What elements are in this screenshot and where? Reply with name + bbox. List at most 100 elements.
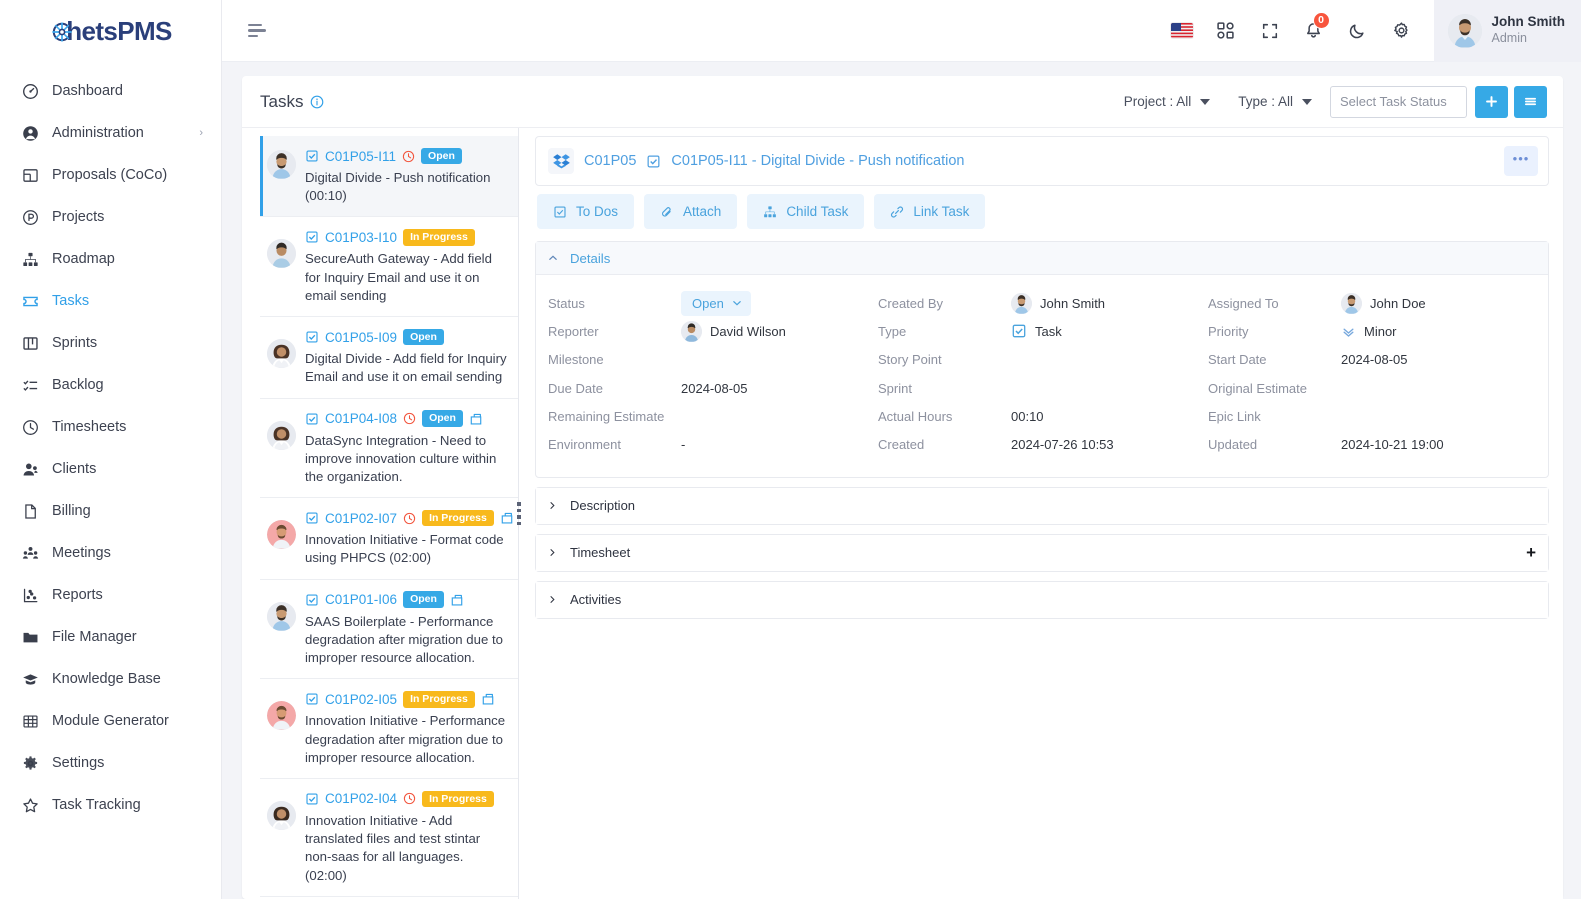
sidebar-item-file-manager[interactable]: File Manager <box>0 616 221 658</box>
checklist-icon <box>22 377 44 394</box>
settings-gear-icon[interactable] <box>1380 0 1424 62</box>
task-detail-title[interactable]: C01P05-I11 - Digital Divide - Push notif… <box>671 153 964 169</box>
sidebar-item-roadmap[interactable]: Roadmap <box>0 238 221 280</box>
info-circle-icon[interactable] <box>310 95 324 109</box>
sidebar-item-projects[interactable]: Projects <box>0 196 221 238</box>
panel-resize-handle[interactable] <box>514 497 524 531</box>
sidebar-item-settings[interactable]: Settings <box>0 742 221 784</box>
tab-attach[interactable]: Attach <box>644 194 738 229</box>
duplicate-task-icon[interactable] <box>500 511 514 525</box>
sidebar: hetsPMS Dashboard Administration › Propo… <box>0 0 222 899</box>
task-list-item[interactable]: C01P04-I08 Open DataSync Integration - N… <box>260 398 518 499</box>
task-title: Digital Divide - Push notification (00:1… <box>305 170 491 204</box>
activities-section-header[interactable]: Activities <box>536 581 1548 618</box>
details-column-3: Assigned To John Doe Priority Minor Star… <box>1208 289 1538 459</box>
tab-link-task[interactable]: Link Task <box>874 194 986 229</box>
sidebar-item-module-generator[interactable]: Module Generator <box>0 700 221 742</box>
task-key[interactable]: C01P02-I05 <box>325 692 397 707</box>
apps-grid-icon[interactable] <box>1204 0 1248 62</box>
sitemap-icon <box>22 251 44 268</box>
sidebar-item-dashboard[interactable]: Dashboard <box>0 70 221 112</box>
task-more-menu-button[interactable]: ••• <box>1504 146 1538 176</box>
task-list-item[interactable]: C01P03-I10 In Progress SecureAuth Gatewa… <box>260 217 518 318</box>
hamburger-icon[interactable] <box>248 23 270 38</box>
dark-mode-moon-icon[interactable] <box>1336 0 1380 62</box>
list-view-button[interactable] <box>1514 85 1547 118</box>
sidebar-item-sprints[interactable]: Sprints <box>0 322 221 364</box>
clock-icon <box>403 412 416 425</box>
field-label: Updated <box>1208 437 1258 453</box>
task-key[interactable]: C01P03-I10 <box>325 230 397 245</box>
task-item-body: C01P05-I11 Open Digital Divide - Push no… <box>305 146 508 205</box>
fullscreen-icon[interactable] <box>1248 0 1292 62</box>
project-key-link[interactable]: C01P05 <box>584 153 636 169</box>
duplicate-task-icon[interactable] <box>450 593 464 607</box>
task-list-item[interactable]: C01P01-I06 Open SAAS Boilerplate - Perfo… <box>260 579 518 680</box>
timesheet-section-header[interactable]: Timesheet + <box>536 534 1548 571</box>
avatar <box>267 601 296 631</box>
priority-value: Minor <box>1364 323 1397 339</box>
task-checkbox-icon <box>305 330 319 344</box>
task-key[interactable]: C01P02-I07 <box>325 511 397 526</box>
task-list-item[interactable]: C01P02-I07 In Progress Innovation Initia… <box>260 498 518 580</box>
duplicate-task-icon[interactable] <box>469 412 483 426</box>
task-key[interactable]: C01P02-I04 <box>325 791 397 806</box>
sidebar-item-backlog[interactable]: Backlog <box>0 364 221 406</box>
field-value: 2024-08-05 <box>1341 352 1408 368</box>
sidebar-item-tasks[interactable]: Tasks <box>0 280 221 322</box>
chevron-down-icon <box>1302 98 1312 105</box>
add-task-button[interactable] <box>1475 85 1508 118</box>
table-grid-icon <box>22 713 44 730</box>
sidebar-item-billing[interactable]: Billing <box>0 490 221 532</box>
task-item-body: C01P05-I09 Open Digital Divide - Add fie… <box>305 327 508 386</box>
field-label: Remaining Estimate <box>548 408 665 424</box>
ticket-icon <box>22 293 44 310</box>
sidebar-item-task-tracking[interactable]: Task Tracking <box>0 784 221 826</box>
field-value: 2024-08-05 <box>681 380 748 396</box>
task-list-item[interactable]: C01P05-I11 Open Digital Divide - Push no… <box>260 136 518 218</box>
status-dropdown[interactable]: Open <box>681 290 751 316</box>
sidebar-item-proposals[interactable]: Proposals (CoCo) <box>0 154 221 196</box>
task-list-item[interactable]: C01P05-I09 Open Digital Divide - Add fie… <box>260 317 518 399</box>
task-key[interactable]: C01P04-I08 <box>325 411 397 426</box>
user-menu[interactable]: John Smith Admin <box>1433 0 1581 62</box>
task-detail-title-row: C01P05 C01P05-I11 - Digital Divide - Pus… <box>536 137 1548 185</box>
header-actions: 0 John Smith Admin <box>1160 0 1581 62</box>
sidebar-item-clients[interactable]: Clients <box>0 448 221 490</box>
task-list: C01P05-I11 Open Digital Divide - Push no… <box>242 128 519 899</box>
clock-icon <box>402 150 415 163</box>
language-flag-us-icon[interactable] <box>1160 0 1204 62</box>
sidebar-item-reports[interactable]: Reports <box>0 574 221 616</box>
sidebar-item-knowledge-base[interactable]: Knowledge Base <box>0 658 221 700</box>
tab-to-dos[interactable]: To Dos <box>537 194 635 229</box>
field-label: Created <box>878 437 925 453</box>
type-filter-dropdown[interactable]: Type : All <box>1224 94 1326 109</box>
task-item-meta: C01P02-I07 In Progress <box>305 508 513 528</box>
description-section-header[interactable]: Description <box>536 487 1548 524</box>
sidebar-item-label: Meetings <box>52 545 111 561</box>
sidebar-item-label: Module Generator <box>52 713 169 729</box>
task-key[interactable]: C01P05-I09 <box>325 330 397 345</box>
tab-child-task[interactable]: Child Task <box>747 194 865 229</box>
task-key[interactable]: C01P05-I11 <box>325 149 396 164</box>
task-checkbox-icon <box>305 511 319 525</box>
task-list-item[interactable]: C01P02-I04 In Progress Innovation Initia… <box>260 778 518 897</box>
sidebar-item-timesheets[interactable]: Timesheets <box>0 406 221 448</box>
field-label: Priority <box>1208 323 1249 339</box>
chevron-right-icon: › <box>199 127 203 139</box>
description-section: Description <box>535 486 1549 525</box>
notification-bell-icon[interactable]: 0 <box>1292 0 1336 62</box>
task-key[interactable]: C01P01-I06 <box>325 592 397 607</box>
details-section-header[interactable]: Details <box>536 242 1548 275</box>
brand-logo-area[interactable]: hetsPMS <box>0 0 221 62</box>
sidebar-item-meetings[interactable]: Meetings <box>0 532 221 574</box>
add-timesheet-icon[interactable]: + <box>1526 544 1536 561</box>
task-status-input[interactable] <box>1330 85 1467 118</box>
task-list-item[interactable]: C01P02-I05 In Progress Innovation Initia… <box>260 679 518 779</box>
brand-name: hetsPMS <box>66 15 172 46</box>
project-filter-dropdown[interactable]: Project : All <box>1110 94 1225 109</box>
duplicate-task-icon[interactable] <box>481 692 495 706</box>
timesheet-section: Timesheet + <box>535 533 1549 572</box>
task-item-meta: C01P05-I11 Open <box>305 146 508 166</box>
sidebar-item-administration[interactable]: Administration › <box>0 112 221 154</box>
